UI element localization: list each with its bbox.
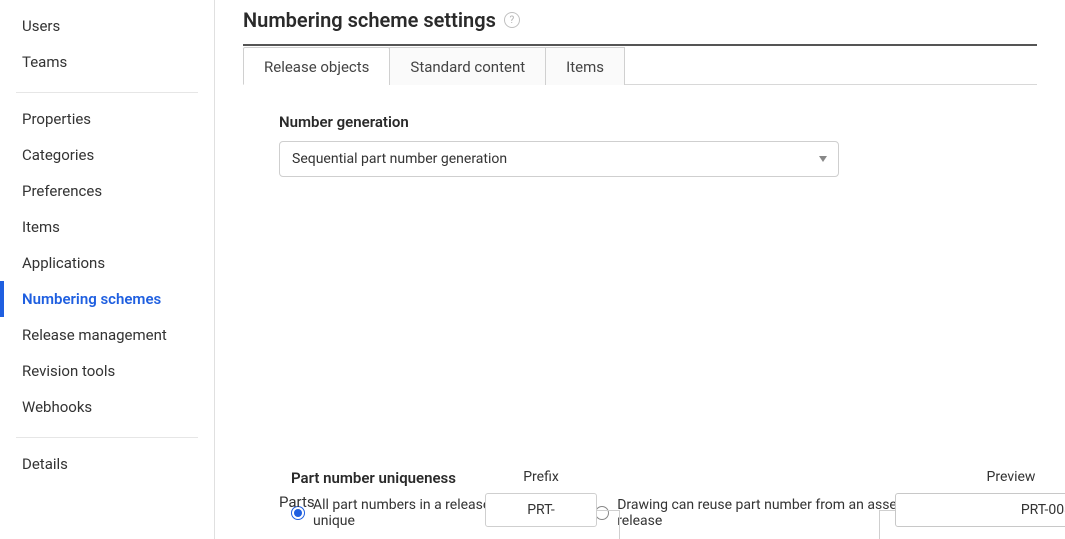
sidebar-group: Details [0,446,214,490]
sidebar-item-label: Numbering schemes [22,290,161,308]
tab-standard-content[interactable]: Standard content [389,47,546,85]
sidebar-group: Properties Categories Preferences Items … [0,101,214,433]
uniqueness-title: Part number uniqueness [279,469,1017,487]
tabs: Release objects Standard content Items [243,46,1037,85]
sidebar-item-label: Teams [22,53,67,71]
sidebar-item-properties[interactable]: Properties [0,101,214,137]
connector-line [879,510,895,511]
sidebar: Users Teams Properties Categories Prefer… [0,0,215,539]
sidebar-item-applications[interactable]: Applications [0,245,214,281]
sidebar-item-teams[interactable]: Teams [0,44,214,80]
sidebar-item-revision-tools[interactable]: Revision tools [0,353,214,389]
help-icon[interactable]: ? [504,12,520,28]
tab-content: Number generation Sequential part number… [243,85,1037,529]
sidebar-item-items[interactable]: Items [0,209,214,245]
sidebar-item-label: Categories [22,146,94,164]
page-title-row: Numbering scheme settings ? [243,8,1037,46]
connector-line [597,510,619,511]
connector-line [879,510,880,539]
number-generation-select[interactable]: Sequential part number generation [279,141,839,177]
prefix-input-parts[interactable]: PRT- [485,493,597,527]
sidebar-item-label: Release management [22,326,167,344]
tab-items[interactable]: Items [545,47,625,85]
sidebar-item-preferences[interactable]: Preferences [0,173,214,209]
sidebar-group: Users Teams [0,8,214,88]
sidebar-item-label: Users [22,17,60,35]
connector-line [619,510,620,539]
sidebar-item-label: Details [22,455,68,473]
scheme-grid: Prefix Min length Next Preview 3 8 [279,469,1017,529]
sidebar-item-label: Applications [22,254,105,272]
value: PRT- [527,502,555,518]
chevron-down-icon [819,156,827,162]
main-content: Numbering scheme settings ? Release obje… [215,0,1065,539]
page-title: Numbering scheme settings [243,8,496,32]
number-generation-label: Number generation [279,113,1017,131]
sidebar-item-users[interactable]: Users [0,8,214,44]
sidebar-item-details[interactable]: Details [0,446,214,482]
tab-release-objects[interactable]: Release objects [243,47,390,85]
sidebar-item-label: Preferences [22,182,102,200]
column-header-preview: Preview [935,469,1065,485]
tab-label: Items [566,58,604,76]
tab-label: Standard content [410,58,525,76]
sidebar-item-label: Webhooks [22,398,92,416]
sidebar-item-label: Properties [22,110,91,128]
sidebar-divider [16,92,198,93]
preview-parts: PRT-008 [895,493,1065,527]
sidebar-item-label: Items [22,218,60,236]
sidebar-item-label: Revision tools [22,362,115,380]
sidebar-item-numbering-schemes[interactable]: Numbering schemes [0,281,214,317]
tab-label: Release objects [264,58,369,76]
sidebar-item-categories[interactable]: Categories [0,137,214,173]
value: PRT-008 [1021,502,1065,518]
column-header-prefix: Prefix [485,469,597,485]
sidebar-item-release-management[interactable]: Release management [0,317,214,353]
row-label-parts: Parts [279,493,429,511]
radio-icon [595,506,609,520]
sidebar-item-webhooks[interactable]: Webhooks [0,389,214,425]
sidebar-divider [16,437,198,438]
select-value: Sequential part number generation [292,151,507,167]
